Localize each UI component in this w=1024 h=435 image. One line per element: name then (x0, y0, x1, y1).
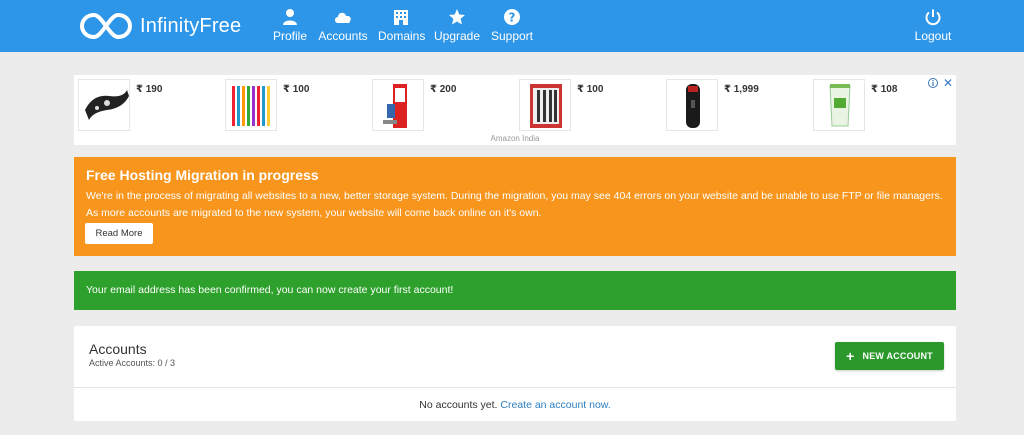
ad-item[interactable]: ₹ 100 (519, 79, 659, 131)
ad-product-image (519, 79, 571, 131)
migration-alert-title: Free Hosting Migration in progress (86, 167, 319, 183)
nav-upgrade-label: Upgrade (434, 29, 481, 43)
ad-price: ₹ 100 (283, 84, 310, 95)
plus-icon: + (846, 348, 855, 364)
ad-product-image (666, 79, 718, 131)
ad-product-image (372, 79, 424, 131)
create-account-link[interactable]: Create an account now. (500, 399, 610, 411)
ad-choices-icon[interactable] (928, 78, 938, 88)
active-accounts-count: Active Accounts: 0 / 3 (89, 358, 176, 368)
ad-banner: ₹ 190 ₹ 100 ₹ 200 ₹ 100 ₹ 1,999 ₹ 108 Am… (74, 75, 956, 145)
help-icon: ? (490, 8, 534, 26)
building-icon (378, 8, 424, 26)
nav-domains-label: Domains (378, 29, 426, 43)
ad-item[interactable]: ₹ 1,999 (666, 79, 806, 131)
no-accounts-text: No accounts yet. (419, 399, 498, 411)
migration-alert: Free Hosting Migration in progress We're… (74, 157, 956, 256)
ad-close-icon[interactable]: ✕ (943, 76, 953, 90)
nav-support[interactable]: ? Support (490, 8, 534, 48)
star-icon (434, 8, 480, 26)
nav-accounts[interactable]: Accounts (318, 8, 368, 48)
ad-item[interactable]: ₹ 100 (225, 79, 365, 131)
ad-price: ₹ 200 (430, 84, 457, 95)
nav-upgrade[interactable]: Upgrade (434, 8, 480, 48)
nav-logout-label: Logout (914, 29, 952, 43)
email-confirmed-message: Your email address has been confirmed, y… (86, 284, 454, 296)
nav-accounts-label: Accounts (318, 29, 368, 43)
ad-product-image (78, 79, 130, 131)
svg-text:?: ? (509, 11, 516, 25)
accounts-card: Accounts Active Accounts: 0 / 3 + NEW AC… (74, 326, 956, 421)
ad-price: ₹ 190 (136, 84, 163, 95)
ad-item[interactable]: ₹ 190 (78, 79, 218, 131)
email-confirmed-alert: Your email address has been confirmed, y… (74, 271, 956, 310)
nav-support-label: Support (490, 29, 534, 43)
ad-price: ₹ 100 (577, 84, 604, 95)
top-navbar: InfinityFree Profile Accounts Domains Up… (0, 0, 1024, 52)
ad-product-image (225, 79, 277, 131)
brand-logo[interactable]: InfinityFree (80, 9, 241, 43)
ad-source: Amazon India (490, 134, 540, 143)
power-icon (912, 8, 954, 26)
migration-alert-message: We're in the process of migrating all we… (86, 190, 943, 219)
accounts-title: Accounts (89, 341, 147, 357)
read-more-button[interactable]: Read More (85, 223, 153, 244)
accounts-empty-state: No accounts yet. Create an account now. (74, 389, 956, 421)
accounts-card-header: Accounts Active Accounts: 0 / 3 + NEW AC… (74, 326, 956, 388)
user-icon (270, 8, 310, 26)
nav-profile-label: Profile (272, 29, 307, 43)
nav-profile[interactable]: Profile (270, 8, 310, 48)
ad-price: ₹ 108 (871, 84, 898, 95)
cloud-icon (318, 8, 368, 26)
nav-domains[interactable]: Domains (378, 8, 426, 48)
infinity-logo-icon (80, 12, 132, 40)
ad-item[interactable]: ₹ 200 (372, 79, 512, 131)
brand-name: InfinityFree (140, 14, 242, 37)
nav-logout[interactable]: Logout (912, 8, 954, 48)
new-account-button[interactable]: + NEW ACCOUNT (835, 342, 944, 370)
new-account-label: NEW ACCOUNT (862, 351, 933, 361)
ad-product-image (813, 79, 865, 131)
ad-price: ₹ 1,999 (724, 84, 759, 95)
